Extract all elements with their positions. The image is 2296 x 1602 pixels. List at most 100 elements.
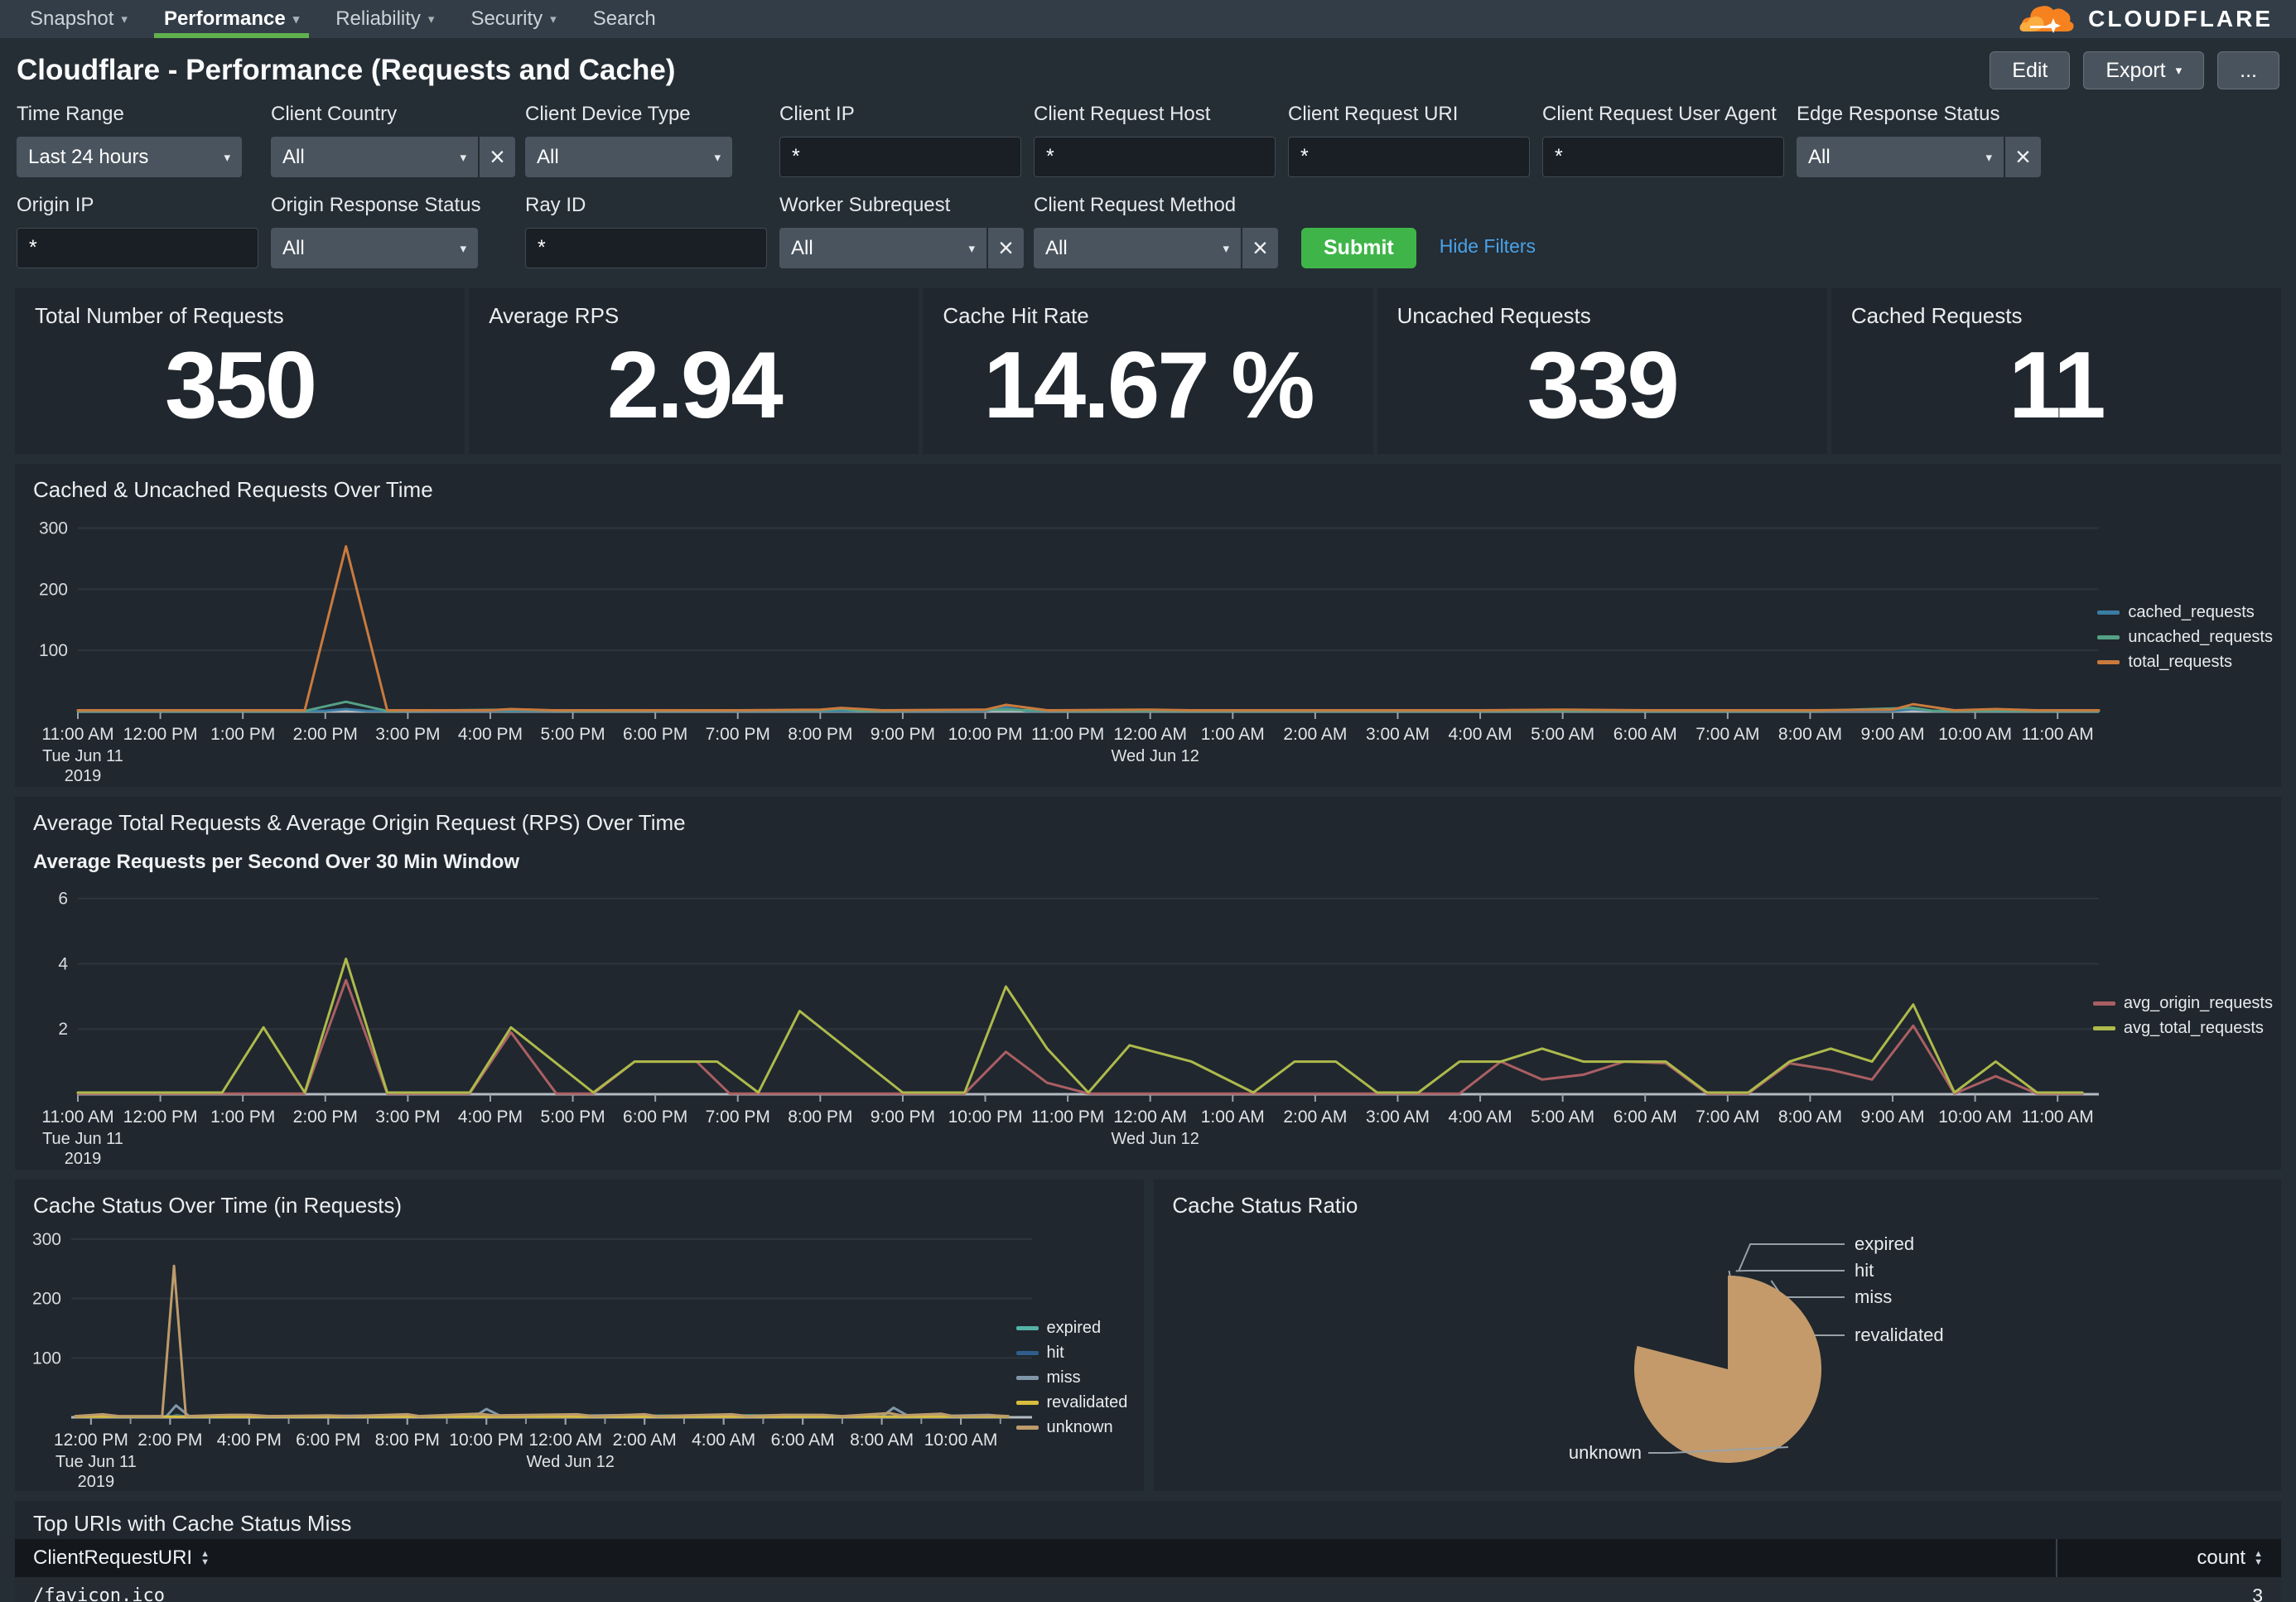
clear-filter-button[interactable]: × xyxy=(2004,137,2041,177)
filter-control: All▾× xyxy=(271,137,525,177)
filter-origin-response-status: Origin Response Status All▾ xyxy=(271,194,525,268)
kpi-title: Total Number of Requests xyxy=(35,303,445,329)
legend-item-unknown[interactable]: unknown xyxy=(1016,1418,1128,1437)
hide-filters-link[interactable]: Hide Filters xyxy=(1440,235,1536,258)
client-country-select[interactable]: All▾ xyxy=(271,137,478,177)
legend-label: total_requests xyxy=(2128,653,2232,672)
filter-label: Client Request Method xyxy=(1034,194,1288,217)
chevron-down-icon: ▾ xyxy=(714,150,721,165)
svg-text:9:00 PM: 9:00 PM xyxy=(871,725,935,744)
kpi-card-uncached-requests: Uncached Requests339 xyxy=(1377,288,1827,454)
legend-label: avg_origin_requests xyxy=(2124,994,2273,1013)
origin-response-status-select[interactable]: All▾ xyxy=(271,228,478,268)
svg-text:1:00 PM: 1:00 PM xyxy=(210,725,275,744)
chevron-down-icon: ▾ xyxy=(460,241,466,256)
chevron-down-icon: ▾ xyxy=(968,241,975,256)
svg-text:12:00 PM: 12:00 PM xyxy=(123,725,198,744)
svg-text:3:00 AM: 3:00 AM xyxy=(1366,725,1430,744)
filter-bar: Time RangeLast 24 hours▾Client CountryAl… xyxy=(0,94,2296,283)
filter-origin-ip: Origin IP xyxy=(17,194,271,268)
filter-label: Time Range xyxy=(17,103,271,126)
svg-text:100: 100 xyxy=(39,641,68,660)
svg-text:12:00 AM: 12:00 AM xyxy=(1113,1107,1187,1127)
client-request-user-agent-input[interactable] xyxy=(1542,137,1784,177)
clear-filter-button[interactable]: × xyxy=(478,137,515,177)
line-chart-svg: 10020030012:00 PMTue Jun 1120192:00 PM4:… xyxy=(25,1223,1044,1489)
more-button[interactable]: ... xyxy=(2217,51,2279,89)
client-ip-input[interactable] xyxy=(779,137,1021,177)
selected-value: All xyxy=(1808,146,1831,169)
svg-text:1:00 PM: 1:00 PM xyxy=(210,1107,275,1127)
clear-filter-button[interactable]: × xyxy=(986,228,1024,268)
filter-label: Origin Response Status xyxy=(271,194,525,217)
legend-item-expired[interactable]: expired xyxy=(1016,1319,1128,1338)
legend-item-uncached_requests[interactable]: uncached_requests xyxy=(2097,628,2273,647)
svg-text:3:00 PM: 3:00 PM xyxy=(375,1107,440,1127)
nav-item-label: Reliability xyxy=(335,7,421,31)
selected-value: All xyxy=(537,146,559,169)
panel-average-rps: Average Total Requests & Average Origin … xyxy=(15,797,2281,1170)
kpi-row: Total Number of Requests350Average RPS2.… xyxy=(15,288,2281,454)
legend-item-avg_total_requests[interactable]: avg_total_requests xyxy=(2093,1019,2273,1038)
svg-text:Tue Jun 11: Tue Jun 11 xyxy=(55,1453,137,1471)
svg-text:8:00 AM: 8:00 AM xyxy=(1778,725,1842,744)
origin-ip-input[interactable] xyxy=(17,228,258,268)
svg-text:Tue Jun 11: Tue Jun 11 xyxy=(42,1130,123,1148)
chevron-down-icon: ▾ xyxy=(550,12,557,27)
svg-text:5:00 AM: 5:00 AM xyxy=(1531,1107,1594,1127)
legend-label: cached_requests xyxy=(2128,603,2254,622)
legend-swatch xyxy=(1016,1376,1039,1380)
legend-item-revalidated[interactable]: revalidated xyxy=(1016,1393,1128,1412)
clear-filter-button[interactable]: × xyxy=(1241,228,1278,268)
chevron-down-icon: ▾ xyxy=(121,12,128,27)
edit-button[interactable]: Edit xyxy=(1990,51,2070,89)
nav-item-security[interactable]: Security▾ xyxy=(452,0,574,38)
svg-text:5:00 AM: 5:00 AM xyxy=(1531,725,1594,744)
nav-item-label: Performance xyxy=(164,7,286,31)
svg-text:8:00 AM: 8:00 AM xyxy=(1778,1107,1842,1127)
submit-button[interactable]: Submit xyxy=(1301,228,1416,268)
legend-item-avg_origin_requests[interactable]: avg_origin_requests xyxy=(2093,994,2273,1013)
svg-text:6: 6 xyxy=(58,890,68,909)
legend-item-miss[interactable]: miss xyxy=(1016,1368,1128,1387)
pie-label-revalidated: revalidated xyxy=(1855,1325,1944,1345)
filter-control: Last 24 hours▾ xyxy=(17,137,271,177)
client-request-method-select[interactable]: All▾ xyxy=(1034,228,1241,268)
svg-text:3:00 AM: 3:00 AM xyxy=(1366,1107,1430,1127)
time-range-select[interactable]: Last 24 hours▾ xyxy=(17,137,242,177)
brand-wordmark: CLOUDFLARE xyxy=(2088,6,2273,32)
nav-item-snapshot[interactable]: Snapshot▾ xyxy=(12,0,146,38)
nav-item-performance[interactable]: Performance▾ xyxy=(146,0,317,38)
filter-client-ip: Client IP xyxy=(779,103,1034,177)
filter-edge-response-status: Edge Response StatusAll▾× xyxy=(1797,103,2051,177)
filter-ray-id: Ray ID xyxy=(525,194,779,268)
edge-response-status-select[interactable]: All▾ xyxy=(1797,137,2004,177)
cell-count: 3 xyxy=(2057,1585,2281,1602)
column-header-clientrequesturi[interactable]: ClientRequestURI ▲▼ xyxy=(15,1539,2057,1577)
pie-label-unknown: unknown xyxy=(1569,1442,1642,1463)
legend-item-total_requests[interactable]: total_requests xyxy=(2097,653,2273,672)
svg-text:12:00 PM: 12:00 PM xyxy=(123,1107,198,1127)
nav-item-search[interactable]: Search xyxy=(575,0,674,38)
export-button[interactable]: Export▾ xyxy=(2083,51,2204,89)
table-body: /favicon.ico3/2 xyxy=(15,1577,2281,1602)
legend-item-hit[interactable]: hit xyxy=(1016,1344,1128,1363)
ray-id-input[interactable] xyxy=(525,228,767,268)
filter-client-request-host: Client Request Host xyxy=(1034,103,1288,177)
svg-text:11:00 AM: 11:00 AM xyxy=(2022,725,2094,744)
svg-text:6:00 AM: 6:00 AM xyxy=(771,1431,835,1450)
legend-swatch xyxy=(1016,1426,1039,1430)
client-device-type-select[interactable]: All ▾ xyxy=(525,137,732,177)
column-header-count[interactable]: count ▲▼ xyxy=(2057,1539,2281,1577)
filter-label: Client Device Type xyxy=(525,103,779,126)
client-request-host-input[interactable] xyxy=(1034,137,1276,177)
selected-value: All xyxy=(791,237,813,260)
worker-subrequest-select[interactable]: All ▾ xyxy=(779,228,986,268)
client-request-uri-input[interactable] xyxy=(1288,137,1530,177)
svg-text:5:00 PM: 5:00 PM xyxy=(540,1107,605,1127)
filter-control: All▾× xyxy=(1034,228,1288,268)
panel-top-uris: Top URIs with Cache Status Miss ClientRe… xyxy=(15,1501,2281,1602)
nav-item-reliability[interactable]: Reliability▾ xyxy=(317,0,452,38)
svg-text:2:00 PM: 2:00 PM xyxy=(137,1431,202,1450)
legend-item-cached_requests[interactable]: cached_requests xyxy=(2097,603,2273,622)
